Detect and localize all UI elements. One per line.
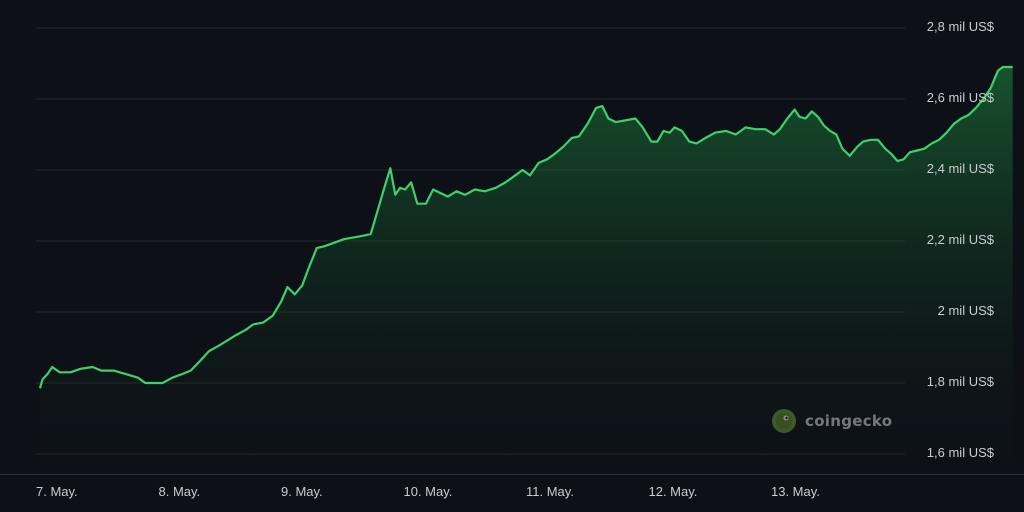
x-axis-line bbox=[0, 474, 1024, 475]
price-chart: 2,8 mil US$ 2,6 mil US$ 2,4 mil US$ 2,2 mil… bbox=[0, 0, 1024, 512]
y-tick-label: 2,6 mil US$ bbox=[926, 90, 994, 105]
watermark-text: coingecko bbox=[805, 412, 893, 430]
y-tick-label: 2 mil US$ bbox=[937, 303, 994, 318]
x-tick-label: 11. May. bbox=[526, 484, 574, 499]
x-tick-label: 10. May. bbox=[403, 484, 453, 499]
y-tick-label: 1,8 mil US$ bbox=[926, 374, 994, 389]
x-tick-label: 13. May. bbox=[771, 484, 820, 499]
y-tick-label: 1,6 mil US$ bbox=[926, 445, 994, 460]
x-tick-label: 12. May. bbox=[648, 484, 698, 499]
plot-area bbox=[36, 27, 1013, 474]
x-tick-label: 9. May. bbox=[281, 484, 323, 499]
y-tick-label: 2,8 mil US$ bbox=[926, 19, 994, 34]
y-tick-label: 2,2 mil US$ bbox=[926, 232, 994, 247]
coingecko-watermark: coingecko bbox=[771, 408, 892, 434]
x-tick-label: 7. May. bbox=[36, 484, 78, 499]
x-tick-label: 8. May. bbox=[158, 484, 201, 499]
y-tick-label: 2,4 mil US$ bbox=[926, 161, 994, 176]
gecko-logo-icon bbox=[772, 409, 796, 433]
